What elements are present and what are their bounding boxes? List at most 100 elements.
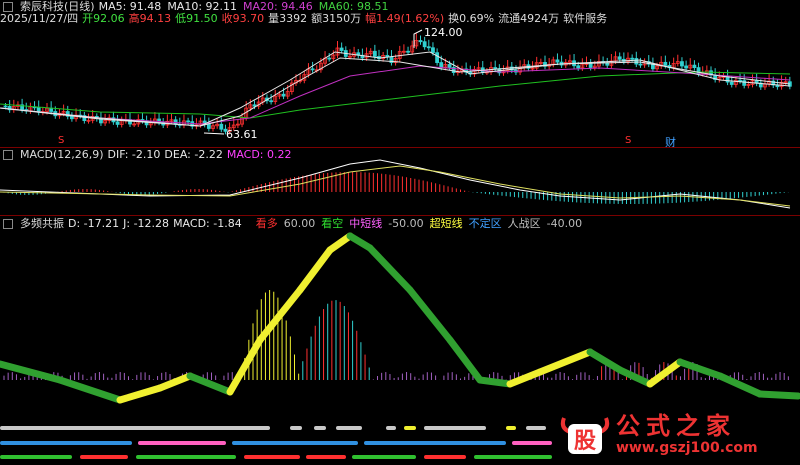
candle-body (431, 47, 435, 54)
candle-body (406, 50, 410, 53)
resonance-ribbon (116, 384, 164, 404)
signal-strip (0, 441, 132, 445)
signal-strip (352, 455, 416, 459)
chart-canvas[interactable] (0, 0, 800, 465)
quote-field: 2025/11/27/四 (0, 12, 79, 25)
legend-value: -40.00 (546, 217, 583, 230)
signal-strip (0, 426, 270, 430)
quote-field: 软件服务 (563, 12, 608, 25)
resonance-ribbon (296, 246, 334, 294)
resonance-ribbon (536, 348, 594, 376)
legend-label: 人战区 (507, 217, 541, 230)
candle-body (738, 79, 742, 82)
quote-field: 幅1.49(1.62%) (365, 12, 445, 25)
candle-body (663, 61, 668, 66)
legend-label: 中短线 (349, 217, 383, 230)
signal-strip (526, 426, 546, 430)
candle-body (742, 80, 747, 86)
signal-strip (314, 426, 326, 430)
candle-body (439, 62, 444, 68)
resonance-ribbon (716, 372, 764, 398)
candle-body (372, 50, 377, 57)
quote-info-row: 2025/11/27/四 开92.06 高94.13 低91.50 收93.70 量339… (0, 12, 607, 26)
resonance-ribbon (226, 336, 264, 396)
signal-strip (138, 441, 226, 445)
candle-body (3, 105, 8, 108)
signal-strip (424, 426, 486, 430)
candle-body (327, 57, 332, 60)
candle-body (576, 65, 581, 69)
resonance-ribbon (256, 286, 304, 344)
resonance-d: D: -17.21 (68, 217, 120, 230)
legend-value: 60.00 (283, 217, 316, 230)
candle-body (418, 40, 423, 43)
candle-body (219, 123, 224, 130)
resonance-macd: MACD: -1.84 (173, 217, 242, 230)
signal-strip (232, 441, 358, 445)
stock-chart-window: 索辰科技(日线) MA5: 91.48 MA10: 92.11 MA20: 94.4… (0, 0, 800, 465)
macd-dif-line (0, 159, 791, 209)
candle-body (555, 59, 560, 63)
high-marker-label: 124.00 (424, 26, 463, 39)
resonance-ribbon (326, 232, 354, 254)
signal-strip (364, 441, 506, 445)
resonance-ribbon (476, 376, 514, 388)
resonance-ribbon (756, 390, 800, 400)
macd-header: MACD(12,26,9) DIF: -2.10 DEA: -2.22 MACD… (0, 148, 292, 162)
resonance-ribbon (646, 358, 684, 388)
signal-strip (404, 426, 416, 430)
resonance-ribbon (366, 244, 414, 294)
candle-body (339, 47, 344, 51)
candle-body (638, 63, 643, 66)
quote-field: 收93.70 (221, 12, 265, 25)
event-marker-s2[interactable]: S (625, 135, 631, 146)
candle-body (186, 120, 191, 123)
resonance-toggle-icon[interactable] (3, 219, 13, 229)
panel-toggle-icon[interactable] (3, 2, 13, 12)
candle-body (70, 115, 74, 120)
legend-label: 看空 (321, 217, 344, 230)
resonance-legend: 看多 60.00 看空 中短线 -50.00 超短线 不定区 人战区 -40.00 (256, 217, 582, 231)
quote-field: 高94.13 (128, 12, 172, 25)
signal-strip (336, 426, 362, 430)
signal-strip (474, 455, 552, 459)
signal-strip (512, 441, 552, 445)
candle-body (310, 68, 315, 71)
candle-body (493, 67, 498, 70)
macd-dea-line (0, 165, 791, 207)
resonance-ribbon (586, 348, 624, 374)
candle-body (206, 123, 211, 129)
logo-char: 股 (574, 429, 596, 454)
macd-toggle-icon[interactable] (3, 150, 13, 160)
candle-body (115, 121, 120, 125)
event-marker-s1[interactable]: S (58, 135, 64, 146)
candle-body (729, 81, 734, 85)
legend-label: 超短线 (429, 217, 463, 230)
quote-field: 额3150万 (311, 12, 362, 25)
low-marker-label: 63.61 (226, 128, 258, 141)
macd-dif: DIF: -2.10 (107, 148, 161, 161)
candle-body (281, 93, 286, 97)
signal-strip (0, 455, 72, 459)
resonance-ribbon (406, 286, 454, 344)
candle-body (680, 61, 684, 67)
candle-body (684, 65, 688, 69)
resonance-ribbon (56, 376, 124, 404)
ma20-line (0, 65, 791, 125)
legend-value: -50.00 (388, 217, 424, 230)
resonance-title: 多频共振 (20, 217, 64, 230)
signal-strip (306, 455, 346, 459)
signal-strip (386, 426, 396, 430)
resonance-ribbon (156, 372, 194, 392)
quote-field: 量3392 (268, 12, 308, 25)
quote-field: 流通4924万 (498, 12, 560, 25)
macd-title: MACD(12,26,9) (20, 148, 104, 161)
candle-body (252, 104, 257, 107)
site-url: www.gszj100.com (616, 440, 758, 456)
candle-body (435, 52, 440, 63)
candle-body (692, 64, 697, 69)
signal-strip (290, 426, 302, 430)
signal-strip (506, 426, 516, 430)
ma60-line (0, 71, 791, 119)
signal-strip (136, 455, 236, 459)
